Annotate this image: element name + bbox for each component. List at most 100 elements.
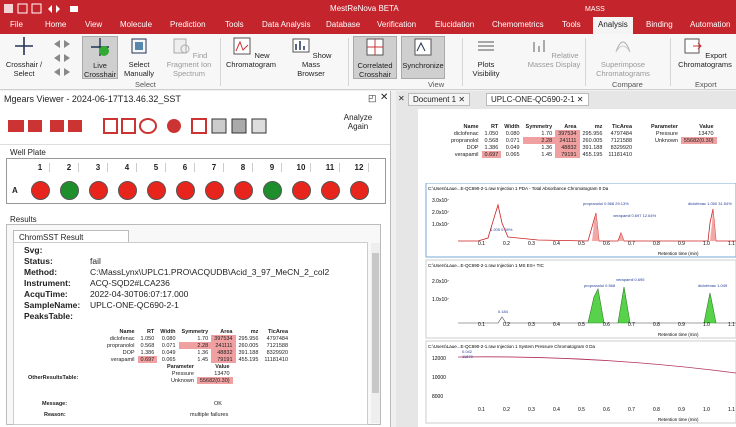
well-a9[interactable] [263, 181, 282, 200]
plots-visibility-button[interactable]: Plots Visibility [468, 36, 504, 78]
table-cell: diclofenac [109, 335, 135, 342]
table-cell: 7121588 [266, 342, 289, 349]
nav-arrows-icon[interactable] [50, 38, 78, 78]
menu-view[interactable]: View [85, 20, 102, 29]
correlated-crosshair-button[interactable]: Correlated Crosshair [353, 36, 397, 79]
table-cell: 0.071 [505, 137, 520, 144]
well-a5[interactable] [147, 181, 166, 200]
plot3-ytick-3: 12000 [432, 356, 446, 362]
well-a8[interactable] [234, 181, 253, 200]
relative-masses-button[interactable]: Relative Masses Display [524, 36, 584, 69]
table-cell: 0.697 [137, 356, 158, 363]
analyze-again-button[interactable]: Analyze Again [340, 113, 376, 131]
well-a11[interactable] [321, 181, 340, 200]
vertical-scrollbar[interactable] [371, 243, 380, 423]
table-cell: 13470 [698, 130, 714, 137]
x-tick-label: 0.8 [653, 322, 660, 328]
plate-col-1: 1 [31, 163, 50, 172]
table-cell: 7121588 [610, 137, 633, 144]
plot1-ytick-1: 1.0x10⁷ [432, 222, 449, 228]
quick-access-icons[interactable] [4, 3, 94, 14]
menu-binding[interactable]: Binding [646, 20, 673, 29]
synchronize-button[interactable]: Synchronize [401, 36, 445, 79]
select-manually-button[interactable]: Select Manually [120, 36, 158, 78]
plot3-ytick-1: 8000 [432, 394, 443, 400]
table-row: propranolol 0.568 0.071 2.28 241111 260.005 71… [448, 137, 635, 144]
x-tick-label: 0.8 [653, 407, 660, 413]
panel-close-icon[interactable]: ✕ [398, 94, 405, 103]
pt-header: Symmetry [181, 328, 209, 335]
x-tick-label: 1.1 [728, 241, 735, 247]
plate-col-4: 4 [118, 163, 137, 172]
table-cell: 241111 [211, 342, 236, 349]
chromatogram-plots[interactable]: C:\Users\Laue...E-QC690-2-1.raw Injectio… [418, 183, 736, 427]
table-cell: 1.36 [541, 144, 553, 151]
other-results-table: Parameter Value Pressure 13470 Unknown 55682(… [164, 363, 233, 384]
toolbar-icons[interactable] [8, 116, 278, 136]
well-a2[interactable] [60, 181, 79, 200]
well-a1[interactable] [31, 181, 50, 200]
x-tick-label: 0.6 [603, 407, 610, 413]
table-row: Unknown 55682(0.30) [164, 377, 233, 384]
table-cell: 455.195 [238, 356, 259, 363]
x-tick-label: 0.1 [478, 407, 485, 413]
table-cell: 295.956 [582, 130, 603, 137]
table-cell: 11181410 [608, 151, 633, 158]
result-label-2: Method: [24, 267, 58, 277]
new-chromatogram-button[interactable]: New Chromatogram [222, 36, 280, 69]
well-a10[interactable] [292, 181, 311, 200]
tab-document-1[interactable]: Document 1 ✕ [408, 93, 471, 106]
export-chromatograms-button[interactable]: Export Chromatograms [676, 36, 734, 69]
dpt-header: Width [504, 123, 520, 130]
menu-chemometrics[interactable]: Chemometrics [492, 20, 544, 29]
plate-col-3: 3 [89, 163, 108, 172]
x-tick-label: 0.9 [678, 241, 685, 247]
close-icon[interactable]: ✕ [380, 92, 388, 103]
tab-uplc-doc[interactable]: UPLC-ONE-QC690-2-1 ✕ [486, 93, 589, 106]
x-tick-label: 0.7 [628, 407, 635, 413]
table-cell: 0.080 [161, 335, 176, 342]
show-mass-browser-button[interactable]: Show Mass Browser [288, 36, 334, 78]
menu-home[interactable]: Home [45, 20, 66, 29]
x-tick-label: 0.8 [653, 241, 660, 247]
menu-molecule[interactable]: Molecule [120, 20, 152, 29]
find-fragment-button[interactable]: Find Fragment Ion Spectrum [160, 36, 218, 78]
x-tick-label: 0.3 [528, 241, 535, 247]
x-tick-label: 0.2 [503, 241, 510, 247]
plot1-annot-small: 0.205 0.69% [490, 227, 513, 232]
well-a3[interactable] [89, 181, 108, 200]
table-cell: 1.45 [541, 151, 553, 158]
x-tick-label: 0.5 [578, 407, 585, 413]
table-cell: 8329920 [610, 144, 633, 151]
menu-prediction[interactable]: Prediction [170, 20, 206, 29]
menu-mass-tools[interactable]: Tools [562, 20, 581, 29]
menu-database[interactable]: Database [326, 20, 360, 29]
table-cell: 79191 [211, 356, 236, 363]
menu-verification[interactable]: Verification [377, 20, 416, 29]
menu-tools[interactable]: Tools [225, 20, 244, 29]
menu-data-analysis[interactable]: Data Analysis [262, 20, 310, 29]
export-icon [684, 38, 702, 54]
live-crosshair-button[interactable]: Live Crosshair [82, 36, 118, 79]
well-a6[interactable] [176, 181, 195, 200]
group-compare-label: Compare [612, 80, 643, 89]
crosshair-select-button[interactable]: Crosshair / Select [4, 36, 44, 78]
menu-analysis[interactable]: Analysis [593, 17, 633, 34]
table-cell: 2.28 [178, 342, 212, 349]
table-cell: 1.050 [484, 130, 499, 137]
well-a7[interactable] [205, 181, 224, 200]
table-cell: 48832 [211, 349, 236, 356]
well-a4[interactable] [118, 181, 137, 200]
menu-file[interactable]: File [10, 20, 23, 29]
menu-automation[interactable]: Automation [690, 20, 730, 29]
table-cell: 1.70 [541, 130, 553, 137]
menu-elucidation[interactable]: Elucidation [435, 20, 474, 29]
ot-header: Parameter [167, 363, 194, 370]
superimpose-button[interactable]: Superimpose Chromatograms [590, 36, 656, 78]
superimpose-icon [615, 41, 631, 53]
table-row: verapamil 0.697 0.065 1.45 79191 455.195 11181… [448, 151, 635, 158]
table-cell: 1.386 [484, 144, 499, 151]
panel-float-icon[interactable]: ◰ [368, 93, 377, 104]
well-a12[interactable] [350, 181, 369, 200]
dot-header: Parameter [651, 123, 678, 130]
